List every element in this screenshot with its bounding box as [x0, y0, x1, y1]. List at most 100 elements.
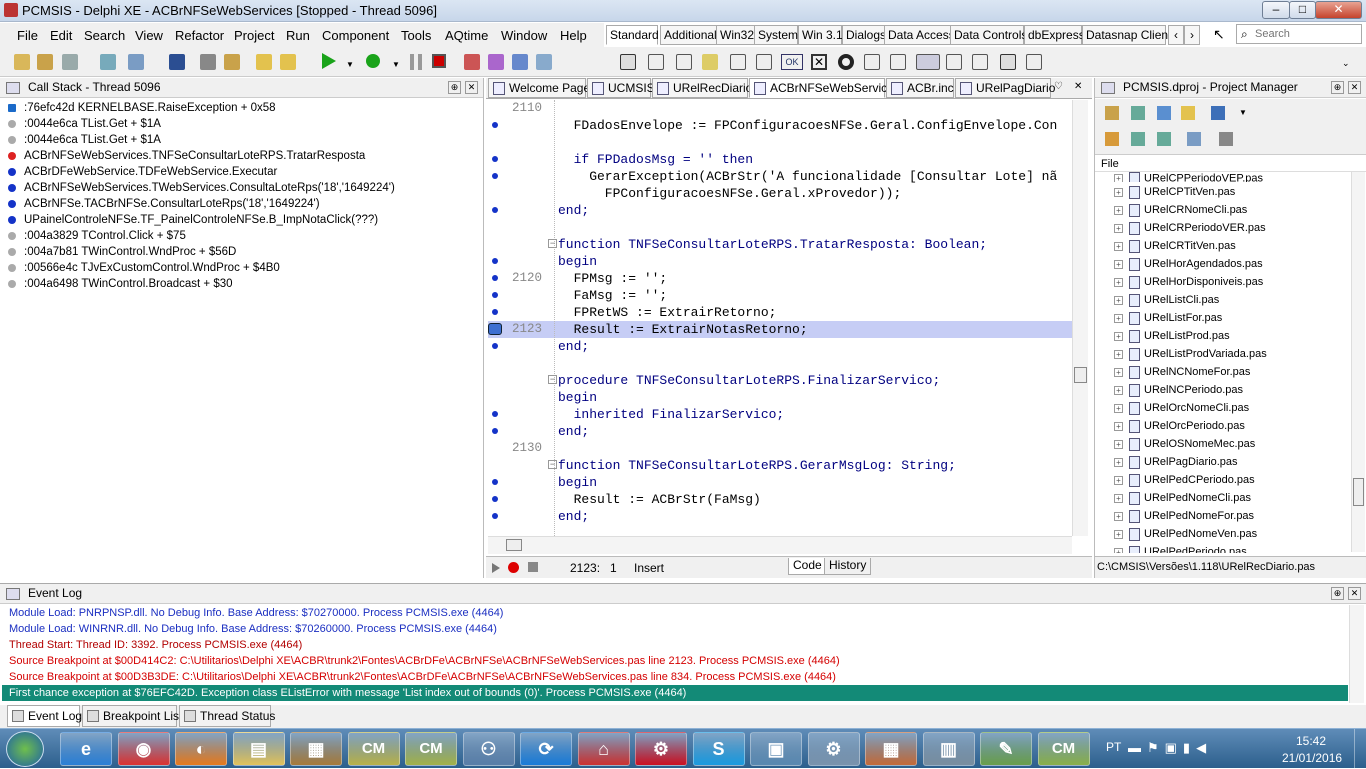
- breakpoint-dot-icon[interactable]: [492, 292, 498, 298]
- pm-vscrollbar[interactable]: [1351, 172, 1365, 552]
- expand-node-icon[interactable]: +: [1114, 295, 1123, 305]
- project-file-item[interactable]: + URelCRTitVen.pas: [1114, 237, 1236, 255]
- save-all-icon[interactable]: [62, 54, 78, 70]
- project-file-item[interactable]: + URelOrcNomeCli.pas: [1114, 399, 1249, 417]
- palette-scroll-right[interactable]: ›: [1184, 25, 1200, 45]
- fold-toggle-icon[interactable]: −: [548, 239, 557, 248]
- code-line[interactable]: GerarException(ACBrStr('A funcionalidade…: [488, 168, 1072, 185]
- code-tab[interactable]: Code: [788, 558, 827, 575]
- event-log-line[interactable]: Module Load: WINRNR.dll. No Debug Info. …: [9, 621, 497, 637]
- project-file-item[interactable]: + URelCPPeriodoVEP.pas: [1114, 172, 1263, 182]
- calculator-icon[interactable]: ▥: [922, 732, 975, 766]
- code-line[interactable]: [488, 355, 1072, 372]
- history-tab[interactable]: History: [824, 558, 872, 575]
- fold-toggle-icon[interactable]: −: [548, 375, 557, 384]
- project-file-item[interactable]: + URelCRNomeCli.pas: [1114, 201, 1247, 219]
- project-file-item[interactable]: + URelHorAgendados.pas: [1114, 255, 1263, 273]
- breakpoint-dot-icon[interactable]: [492, 479, 498, 485]
- expand-node-icon[interactable]: +: [1114, 187, 1123, 197]
- office-icon[interactable]: ▦: [865, 732, 917, 766]
- new-items-icon[interactable]: [14, 54, 30, 70]
- cmsis2-icon[interactable]: CM: [405, 732, 457, 766]
- delphi-icon[interactable]: ⚙: [635, 732, 687, 766]
- new-icon[interactable]: [1131, 106, 1145, 120]
- pin-icon[interactable]: ⊕: [1331, 81, 1344, 94]
- palette-mainmenu-icon[interactable]: [648, 54, 664, 70]
- code-line[interactable]: procedure TNFSeConsultarLoteRPS.Finaliza…: [488, 372, 1072, 389]
- call-stack-row[interactable]: ACBrNFSeWebServices.TNFSeConsultarLoteRP…: [8, 148, 365, 164]
- menu-component[interactable]: Component: [322, 28, 389, 43]
- palette-panel-icon[interactable]: [1000, 54, 1016, 70]
- event-log-line[interactable]: Source Breakpoint at $00D414C2: C:\Utili…: [9, 653, 840, 669]
- run-icon[interactable]: [322, 53, 336, 69]
- clock-time[interactable]: 15:42: [1296, 734, 1326, 748]
- event-log-line[interactable]: Module Load: PNRPNSP.dll. No Debug Info.…: [9, 605, 503, 621]
- code-line[interactable]: FaMsg := '';: [488, 287, 1072, 304]
- hscroll-thumb[interactable]: [506, 539, 522, 551]
- record-icon[interactable]: [508, 562, 519, 573]
- maximize-button[interactable]: □: [1289, 1, 1316, 19]
- palette-memo-icon[interactable]: [756, 54, 772, 70]
- project-file-item[interactable]: + URelCPTitVen.pas: [1114, 183, 1235, 201]
- project-file-item[interactable]: + URelPedNomeVen.pas: [1114, 525, 1257, 543]
- call-stack-row[interactable]: ACBrNFSeWebServices.TWebServices.Consult…: [8, 180, 395, 196]
- search-box[interactable]: ⌕: [1236, 24, 1362, 44]
- save-icon[interactable]: [169, 54, 185, 70]
- project-file-item[interactable]: + URelOSNomeMec.pas: [1114, 435, 1255, 453]
- breakpoint-dot-icon[interactable]: [492, 258, 498, 264]
- breakpoint-dot-icon[interactable]: [492, 173, 498, 179]
- editor-tab-urelrecdiario[interactable]: URelRecDiario: [652, 78, 752, 98]
- call-stack-row[interactable]: ACBrDFeWebService.TDFeWebService.Executa…: [8, 164, 277, 180]
- start-button[interactable]: [6, 731, 44, 767]
- breakpoint-dot-icon[interactable]: [492, 513, 498, 519]
- panel-close-icon[interactable]: ✕: [465, 81, 478, 94]
- event-log-line[interactable]: Source Breakpoint at $00D3B3DE: C:\Utili…: [9, 669, 836, 685]
- palette-scrollbar-icon[interactable]: [916, 54, 940, 70]
- menu-search[interactable]: Search: [84, 28, 125, 43]
- call-stack-row[interactable]: :76efc42d KERNELBASE.RaiseException + 0x…: [8, 100, 276, 116]
- project-file-item[interactable]: + URelListProd.pas: [1114, 327, 1230, 345]
- breakpoint-dot-icon[interactable]: [492, 122, 498, 128]
- menu-run[interactable]: Run: [286, 28, 310, 43]
- code-line[interactable]: [488, 134, 1072, 151]
- palette-label-icon[interactable]: [702, 54, 718, 70]
- expand-node-icon[interactable]: +: [1114, 277, 1123, 287]
- project-file-item[interactable]: + URelListProdVariada.pas: [1114, 345, 1267, 363]
- code-editor[interactable]: 2110 FDadosEnvelope := FPConfiguracoesNF…: [488, 100, 1072, 536]
- editor-hscrollbar[interactable]: [488, 536, 1072, 554]
- project-file-item[interactable]: + URelListCli.pas: [1114, 291, 1219, 309]
- fold-toggle-icon[interactable]: −: [548, 460, 557, 469]
- open-folder2-icon[interactable]: [280, 54, 296, 70]
- palette-actionlist-icon[interactable]: [1026, 54, 1042, 70]
- menu-view[interactable]: View: [135, 28, 163, 43]
- project-file-item[interactable]: + URelPedNomeCli.pas: [1114, 489, 1251, 507]
- toggle-form-icon[interactable]: [200, 54, 216, 70]
- new-form-icon[interactable]: [100, 54, 116, 70]
- trace-into-icon[interactable]: [464, 54, 480, 70]
- menu-project[interactable]: Project: [234, 28, 274, 43]
- show-desktop-button[interactable]: [1354, 729, 1366, 769]
- sync-icon[interactable]: [1105, 132, 1119, 146]
- code-line[interactable]: inherited FinalizarServico;: [488, 406, 1072, 423]
- expand-node-icon[interactable]: +: [1114, 331, 1123, 341]
- event-log-line[interactable]: First chance exception at $76EFC42D. Exc…: [2, 685, 1348, 701]
- palette-popupmenu-icon[interactable]: [676, 54, 692, 70]
- trace-to-line-icon[interactable]: [512, 54, 528, 70]
- breakpoint-dot-icon[interactable]: [492, 156, 498, 162]
- ie-icon[interactable]: e: [60, 732, 112, 766]
- settings-icon[interactable]: ⚙: [807, 732, 860, 766]
- code-line[interactable]: 2120 FPMsg := '';: [488, 270, 1072, 287]
- open-folder-icon[interactable]: [256, 54, 272, 70]
- expand-node-icon[interactable]: +: [1114, 349, 1123, 359]
- palette-tab-dialogs[interactable]: Dialogs: [842, 25, 886, 45]
- pin-icon[interactable]: ⊕: [1331, 587, 1344, 600]
- expand-node-icon[interactable]: +: [1114, 241, 1123, 251]
- panel-close-icon[interactable]: ✕: [1348, 81, 1361, 94]
- run-small-icon[interactable]: [492, 563, 500, 573]
- add-icon[interactable]: [1157, 106, 1171, 120]
- expand-icon[interactable]: [1131, 132, 1145, 146]
- call-stack-row[interactable]: ACBrNFSe.TACBrNFSe.ConsultarLoteRps('18'…: [8, 196, 320, 212]
- expand-node-icon[interactable]: +: [1114, 223, 1123, 233]
- view-dropdown-icon[interactable]: ▼: [1239, 108, 1247, 117]
- editor-tab-urelpagdiario[interactable]: URelPagDiario: [955, 78, 1055, 98]
